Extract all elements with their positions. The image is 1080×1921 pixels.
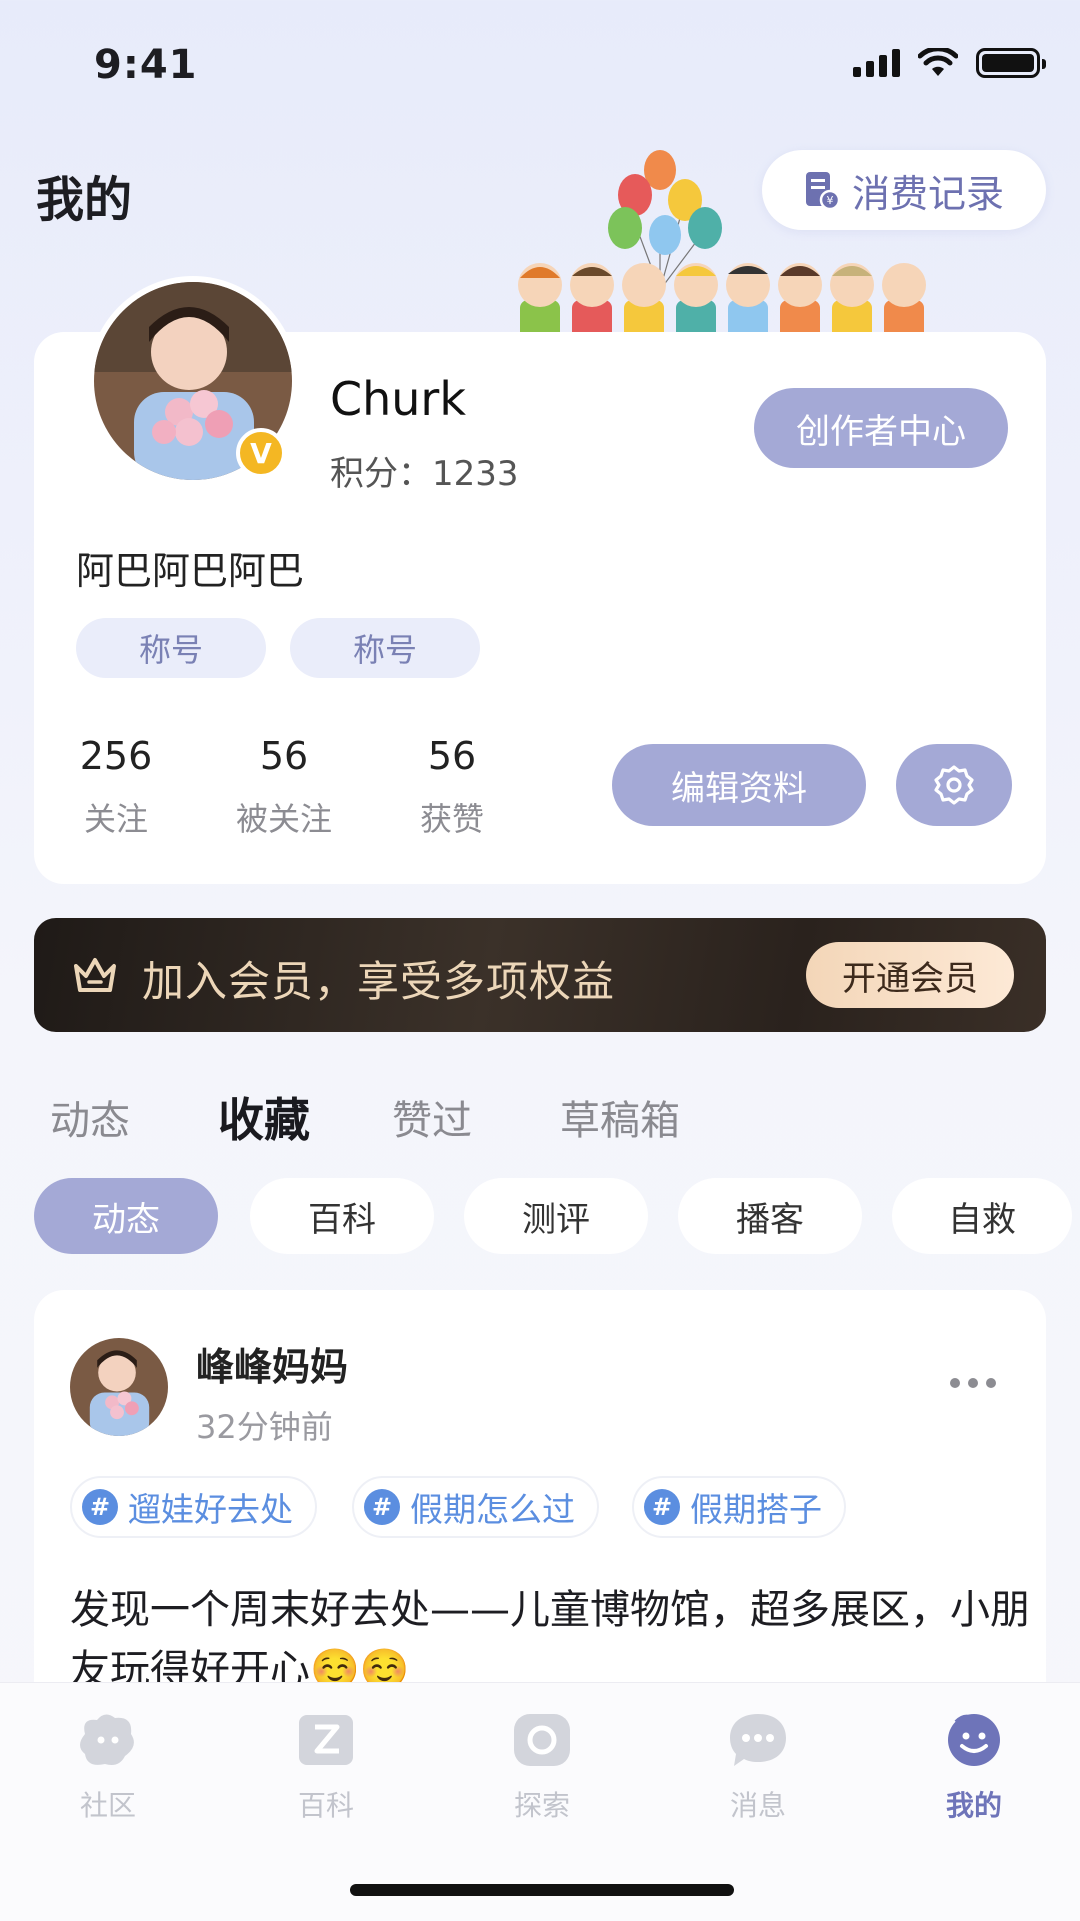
hashtag-icon: # bbox=[364, 1489, 400, 1525]
topic-tag-label: 遛娃好去处 bbox=[128, 1490, 293, 1529]
title-chip[interactable]: 称号 bbox=[290, 618, 480, 678]
hashtag-icon: # bbox=[82, 1489, 118, 1525]
nav-item-explore[interactable]: 探索 bbox=[472, 1704, 612, 1824]
stat-label: 获赞 bbox=[419, 800, 484, 838]
battery-icon bbox=[976, 48, 1046, 78]
verified-badge-icon: V bbox=[236, 428, 286, 478]
edit-profile-button[interactable]: 编辑资料 bbox=[612, 744, 866, 826]
tab-activity[interactable]: 动态 bbox=[50, 1088, 130, 1146]
stat-following[interactable]: 256 关注 bbox=[46, 734, 186, 840]
points-value: 积分：1233 bbox=[330, 454, 519, 494]
home-indicator[interactable] bbox=[350, 1884, 734, 1896]
tab-drafts[interactable]: 草稿箱 bbox=[560, 1088, 680, 1146]
nav-item-encyclopedia[interactable]: 百科 bbox=[256, 1704, 396, 1824]
post-avatar-photo bbox=[70, 1338, 168, 1436]
filter-chip-activity[interactable]: 动态 bbox=[34, 1178, 218, 1254]
topic-tag[interactable]: # 遛娃好去处 bbox=[70, 1476, 317, 1538]
nav-item-messages[interactable]: 消息 bbox=[688, 1704, 828, 1824]
stat-value: 56 bbox=[427, 734, 477, 778]
message-icon bbox=[722, 1704, 794, 1776]
nav-label: 百科 bbox=[297, 1789, 354, 1822]
more-options-icon[interactable] bbox=[950, 1378, 996, 1388]
bio-text: 阿巴阿巴阿巴 bbox=[76, 549, 305, 593]
stat-followers[interactable]: 56 被关注 bbox=[214, 734, 354, 840]
stat-label: 关注 bbox=[83, 800, 148, 838]
filter-chip-podcast[interactable]: 播客 bbox=[678, 1178, 862, 1254]
topic-tag[interactable]: # 假期怎么过 bbox=[352, 1476, 599, 1538]
vip-banner[interactable]: 加入会员，享受多项权益 开通会员 bbox=[34, 918, 1046, 1032]
profile-icon bbox=[938, 1704, 1010, 1776]
stat-value: 256 bbox=[79, 734, 153, 778]
signal-icon bbox=[853, 49, 900, 77]
page-title: 我的 bbox=[36, 172, 133, 228]
nav-label: 我的 bbox=[945, 1789, 1002, 1822]
stat-likes[interactable]: 56 获赞 bbox=[382, 734, 522, 840]
kids-balloons-illustration bbox=[518, 150, 926, 340]
settings-button[interactable] bbox=[896, 744, 1012, 826]
nav-item-profile[interactable]: 我的 bbox=[904, 1704, 1044, 1824]
tab-favorites[interactable]: 收藏 bbox=[218, 1084, 310, 1150]
open-vip-button[interactable]: 开通会员 bbox=[806, 942, 1014, 1008]
creator-center-button[interactable]: 创作者中心 bbox=[754, 388, 1008, 468]
title-chip[interactable]: 称号 bbox=[76, 618, 266, 678]
status-icons bbox=[853, 48, 1046, 78]
gear-icon bbox=[934, 765, 974, 805]
nav-item-community[interactable]: 社区 bbox=[38, 1704, 178, 1824]
topic-tag-label: 假期怎么过 bbox=[410, 1490, 575, 1529]
community-icon bbox=[72, 1704, 144, 1776]
username: Churk bbox=[330, 372, 466, 426]
hashtag-icon: # bbox=[644, 1489, 680, 1525]
post-author-avatar[interactable] bbox=[70, 1338, 168, 1436]
topic-tag[interactable]: # 假期搭子 bbox=[632, 1476, 846, 1538]
filter-chip-review[interactable]: 测评 bbox=[464, 1178, 648, 1254]
filter-chip-encyclopedia[interactable]: 百科 bbox=[250, 1178, 434, 1254]
crown-icon bbox=[74, 958, 116, 992]
vip-text: 加入会员，享受多项权益 bbox=[142, 957, 616, 1006]
post-author-name[interactable]: 峰峰妈妈 bbox=[196, 1336, 348, 1391]
stat-label: 被关注 bbox=[235, 800, 332, 838]
stat-value: 56 bbox=[259, 734, 309, 778]
nav-label: 社区 bbox=[79, 1789, 136, 1822]
nav-label: 消息 bbox=[729, 1789, 786, 1822]
post-timestamp: 32分钟前 bbox=[196, 1408, 333, 1446]
wifi-icon bbox=[918, 48, 958, 76]
nav-label: 探索 bbox=[513, 1789, 570, 1822]
encyclopedia-icon bbox=[290, 1704, 362, 1776]
filter-chip-selfhelp[interactable]: 自救 bbox=[892, 1178, 1072, 1254]
topic-tag-label: 假期搭子 bbox=[690, 1490, 822, 1529]
explore-icon bbox=[506, 1704, 578, 1776]
status-time: 9:41 bbox=[94, 42, 198, 88]
tab-liked[interactable]: 赞过 bbox=[392, 1088, 472, 1146]
